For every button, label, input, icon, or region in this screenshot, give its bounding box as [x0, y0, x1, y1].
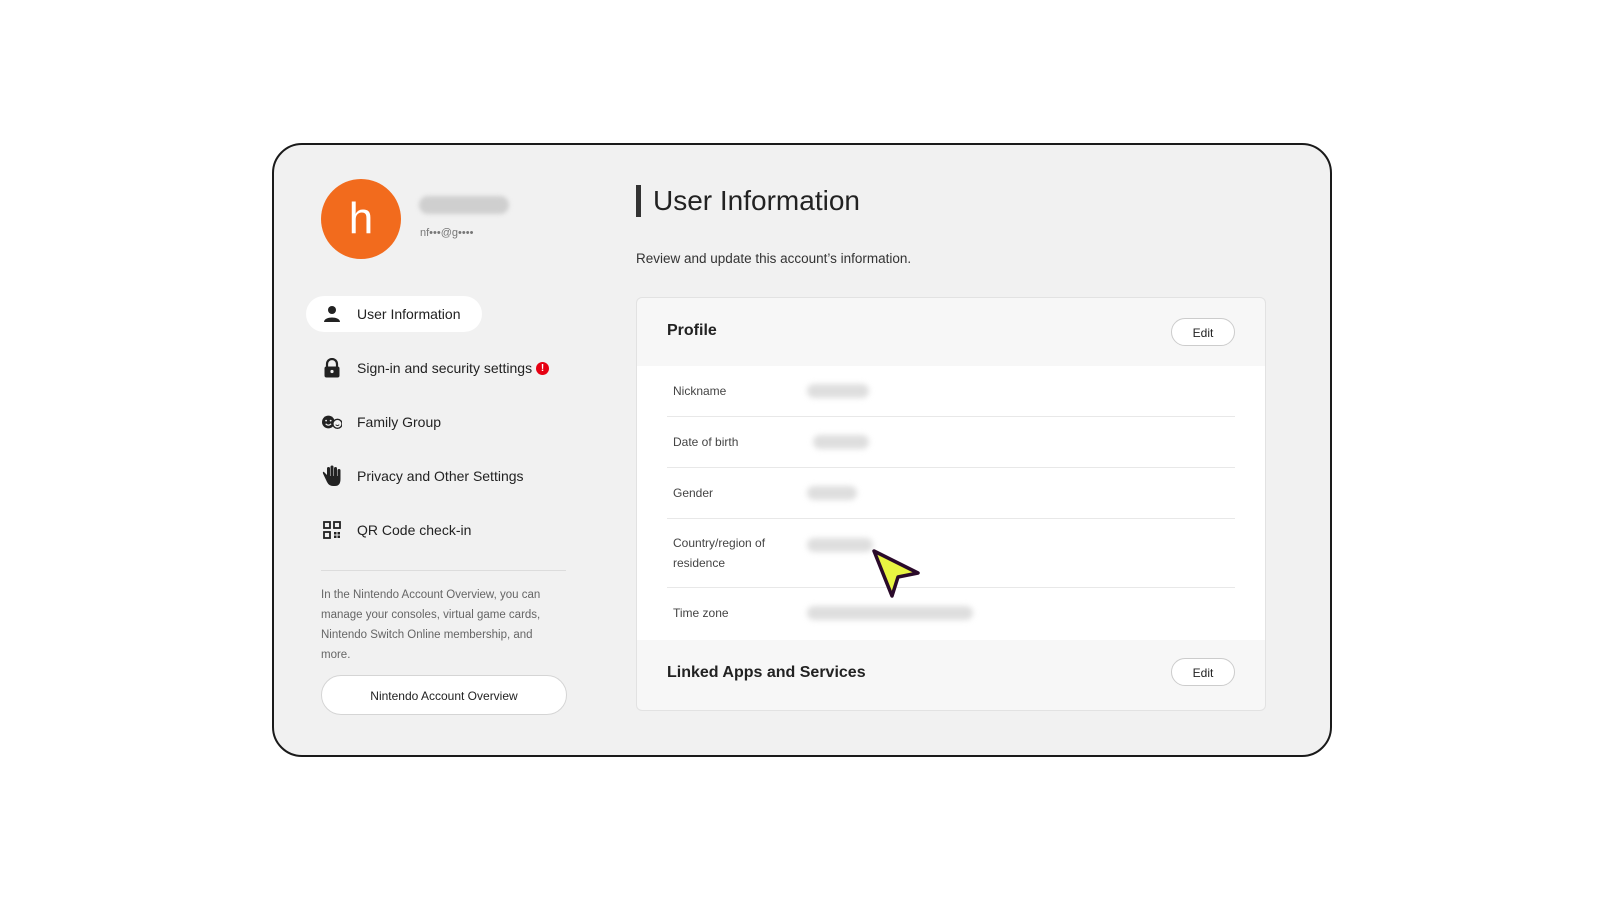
account-window: h nf•••@g•••• User Information Sign-in a…: [272, 143, 1332, 757]
hand-icon: [322, 465, 342, 486]
alert-badge: !: [536, 361, 550, 375]
linked-apps-section-header: Linked Apps and Services Edit: [637, 640, 1265, 708]
field-label: Nickname: [673, 384, 727, 398]
cursor-arrow-icon: [872, 549, 920, 598]
sidebar-item-privacy-settings[interactable]: Privacy and Other Settings: [306, 458, 571, 494]
sidebar-item-user-information[interactable]: User Information: [306, 296, 483, 332]
blurred-value: [813, 435, 869, 449]
info-card: Profile Edit Nickname Date of birth Gend…: [636, 297, 1266, 711]
avatar: h: [321, 179, 401, 259]
page-title: User Information: [636, 185, 860, 217]
sidebar-item-label: Family Group: [357, 414, 442, 430]
field-row-gender: Gender: [667, 468, 1235, 519]
linked-apps-edit-button[interactable]: Edit: [1171, 658, 1235, 686]
sidebar-item-label: Sign-in and security settings: [357, 360, 533, 376]
field-row-time-zone: Time zone: [667, 588, 1235, 638]
profile-section-header: Profile Edit: [637, 298, 1265, 366]
qr-code-icon: [322, 520, 342, 540]
field-label: Country/region of residence: [673, 536, 766, 570]
field-row-date-of-birth: Date of birth: [667, 417, 1235, 468]
field-label: Gender: [673, 486, 714, 500]
linked-apps-section-title: Linked Apps and Services: [667, 664, 866, 681]
sidebar-item-label: QR Code check-in: [357, 522, 472, 538]
field-label: Date of birth: [673, 435, 739, 449]
blurred-value: [807, 384, 869, 398]
sidebar-item-label: User Information: [357, 306, 461, 322]
page-description: Review and update this account’s informa…: [636, 251, 912, 266]
field-label: Time zone: [673, 606, 729, 620]
sidebar-item-label: Privacy and Other Settings: [357, 468, 524, 484]
sidebar-item-family-group[interactable]: Family Group: [306, 404, 571, 440]
sidebar-item-qr-code[interactable]: QR Code check-in: [306, 512, 571, 548]
sidebar-divider: [321, 570, 566, 571]
sidebar-item-sign-in-security[interactable]: Sign-in and security settings !: [306, 350, 571, 386]
sidebar-nav: User Information Sign-in and security se…: [306, 296, 571, 566]
blurred-value: [807, 606, 973, 620]
nintendo-account-overview-button[interactable]: Nintendo Account Overview: [321, 675, 567, 715]
field-row-nickname: Nickname: [667, 366, 1235, 417]
blurred-value: [807, 538, 873, 552]
profile-fields: Nickname Date of birth Gender Country/re…: [637, 366, 1265, 640]
blurred-account-name: [419, 196, 509, 214]
blurred-value: [807, 486, 857, 500]
profile-edit-button[interactable]: Edit: [1171, 318, 1235, 346]
overview-description: In the Nintendo Account Overview, you ca…: [321, 589, 541, 661]
profile-section-title: Profile: [667, 322, 717, 339]
person-icon: [322, 304, 342, 324]
account-email: nf•••@g••••: [420, 227, 474, 239]
field-row-country: Country/region of residence: [667, 519, 1235, 588]
family-icon: [322, 412, 342, 432]
lock-icon: [322, 358, 342, 378]
